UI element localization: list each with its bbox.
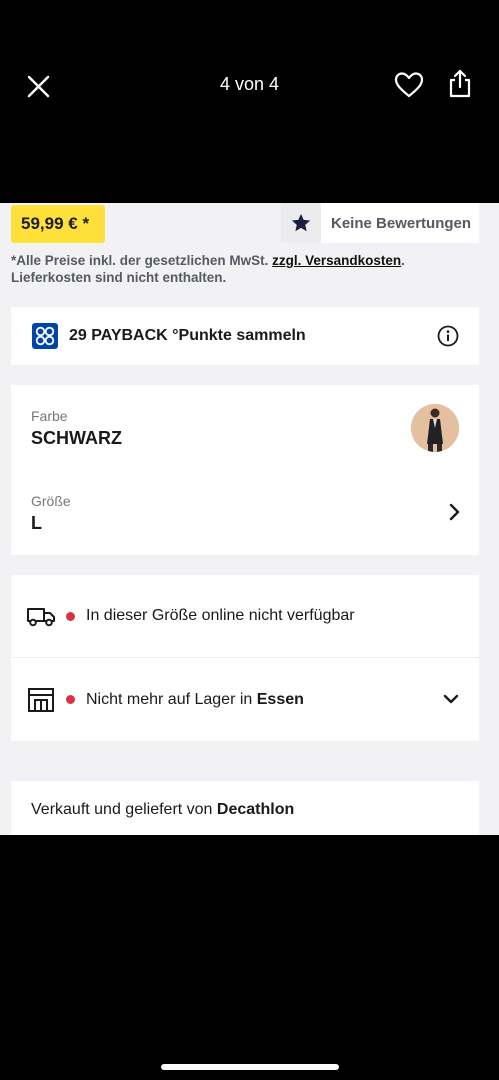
chevron-right-icon <box>449 503 460 521</box>
chevron-down-icon <box>443 694 459 704</box>
online-availability-row: In dieser Größe online nicht verfügbar <box>11 575 479 658</box>
store-availability-row[interactable]: Nicht mehr auf Lager in Essen <box>11 658 479 741</box>
status-dot <box>66 611 75 621</box>
store-availability-text: Nicht mehr auf Lager in Essen <box>86 691 304 709</box>
seller-text: Verkauft und geliefert von Decathlon <box>31 801 294 819</box>
color-label: Farbe <box>31 408 68 424</box>
home-indicator[interactable] <box>161 1064 339 1070</box>
vest-thumbnail-image <box>411 404 459 452</box>
store-location: Essen <box>256 690 304 708</box>
price-legal-note: *Alle Preise inkl. der gesetzlichen MwSt… <box>11 252 481 286</box>
share-button[interactable] <box>444 68 476 100</box>
variant-card: Farbe SCHWARZ Größe L <box>11 385 479 555</box>
seller-card: Verkauft und geliefert von Decathlon <box>11 781 479 835</box>
payback-logo-icon <box>32 323 58 349</box>
star-icon <box>291 213 311 232</box>
favorite-button[interactable] <box>393 70 425 100</box>
reviews-button[interactable]: Keine Bewertungen <box>281 203 479 243</box>
size-selector[interactable]: Größe L <box>11 471 479 555</box>
price-badge: 59,99 € * <box>11 205 105 243</box>
seller-name: Decathlon <box>216 801 295 818</box>
color-selector[interactable]: Farbe SCHWARZ <box>11 385 479 469</box>
reviews-label: Keine Bewertungen <box>331 214 472 232</box>
share-icon <box>449 69 471 98</box>
seller-prefix: Verkauft und geliefert von <box>31 801 217 818</box>
product-thumbnail[interactable] <box>411 404 459 452</box>
shipping-costs-link[interactable]: zzgl. Versandkosten <box>272 253 401 268</box>
legal-prefix: *Alle Preise inkl. der gesetzlichen MwSt… <box>11 253 273 268</box>
truck-icon <box>27 608 55 627</box>
payback-card[interactable]: 29 PAYBACK °Punkte sammeln <box>11 307 479 365</box>
store-icon <box>28 687 54 712</box>
star-icon-box <box>281 203 321 243</box>
color-value: SCHWARZ <box>31 428 122 448</box>
info-icon[interactable] <box>437 325 459 347</box>
heart-icon <box>394 72 424 98</box>
payback-label: 29 PAYBACK °Punkte sammeln <box>69 327 306 344</box>
size-label: Größe <box>31 493 71 509</box>
product-detail-panel: 59,99 € * Keine Bewertungen *Alle Preise… <box>0 203 499 835</box>
top-bar: 4 von 4 <box>0 0 499 203</box>
online-availability-text: In dieser Größe online nicht verfügbar <box>86 607 355 624</box>
status-dot <box>66 695 75 704</box>
store-availability-prefix: Nicht mehr auf Lager in <box>86 690 257 708</box>
availability-card: In dieser Größe online nicht verfügbar N… <box>11 575 479 741</box>
size-value: L <box>31 513 42 533</box>
